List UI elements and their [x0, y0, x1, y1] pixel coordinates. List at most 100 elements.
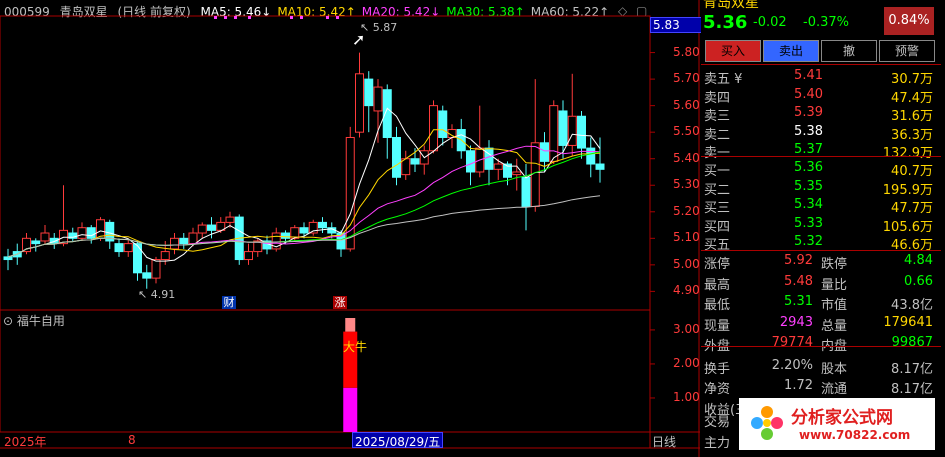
orderbook-price: 5.32 [794, 234, 823, 249]
candle-body [40, 232, 50, 242]
orderbook-price: 5.39 [794, 105, 823, 120]
orderbook-price: 5.41 [794, 68, 823, 83]
candle-body [373, 86, 383, 112]
price-tick: 5.60 [673, 97, 700, 112]
orderbook-row[interactable]: 买一 5.36 40.7万 [701, 158, 941, 179]
stats-row: 外盘 79774 内盘 99867 [701, 333, 941, 354]
candle-body [281, 232, 290, 239]
indicator-label: 大牛 [343, 340, 368, 354]
cancel-button[interactable]: 撤 [821, 40, 877, 62]
orderbook-price: 5.38 [794, 123, 823, 139]
stats-row: 最高 5.48 量比 0.66 [701, 272, 941, 293]
main-force-label[interactable]: 主力 [704, 432, 730, 451]
high-marker: ↖ 5.87 [360, 21, 398, 34]
stat-value: 8.17亿 [891, 382, 933, 397]
stat-label: 现量 [704, 318, 731, 334]
candle-body [355, 73, 364, 133]
orderbook-row[interactable]: 卖四 5.40 47.4万 [701, 85, 941, 106]
stat-value: 179641 [883, 314, 933, 330]
candle-body [595, 163, 605, 170]
candle-body [392, 136, 401, 178]
price-tick: 5.70 [673, 71, 700, 86]
candle-body [225, 216, 235, 223]
price-tick: 5.20 [673, 203, 700, 218]
orderbook-row[interactable]: 买五 5.32 46.6万 [701, 232, 941, 253]
candle-body [364, 78, 374, 107]
top-dot-marker [336, 16, 339, 19]
low-marker: ↖ 4.91 [138, 288, 176, 301]
indicator-header[interactable]: ⊙ 福牛自用 [3, 312, 65, 329]
orderbook-row[interactable]: 卖五 ¥5.41 30.7万 [701, 66, 941, 87]
orderbook-row[interactable]: 卖一 5.37 132.9万 [701, 140, 941, 161]
candle-body [160, 251, 170, 261]
orderbook-price: 5.34 [794, 197, 823, 212]
ratio-badge: 0.84% [884, 7, 934, 35]
settings-icon[interactable]: ⊙ [3, 314, 13, 328]
indicator-name: 福牛自用 [16, 314, 65, 328]
orderbook-row[interactable]: 卖二 5.38 36.3万 [701, 122, 941, 143]
period-label[interactable]: 日线 [652, 433, 676, 450]
stat-value: 79774 [771, 335, 813, 350]
candle-body [558, 110, 568, 146]
stat-value: 8.17亿 [891, 361, 933, 377]
candle-body [512, 171, 522, 176]
stat-value: 99867 [891, 335, 933, 350]
price-tick: 5.40 [673, 150, 700, 165]
stat-label: 内盘 [821, 339, 848, 354]
orderbook-row[interactable]: 卖三 5.39 31.6万 [701, 103, 941, 124]
trade-label[interactable]: 交易 [704, 411, 730, 430]
top-dot-marker [214, 16, 217, 19]
orderbook-row[interactable]: 买四 5.33 105.6万 [701, 214, 941, 235]
candle-body [86, 227, 96, 239]
panel-divider [701, 64, 941, 65]
top-dot-marker [290, 16, 293, 19]
buy-button[interactable]: 买入 [705, 40, 761, 62]
orderbook-row[interactable]: 买二 5.35 195.9万 [701, 177, 941, 198]
orderbook-price: 5.37 [794, 142, 823, 157]
chart-svg [0, 0, 700, 457]
panel-divider [701, 250, 941, 251]
orderbook-row[interactable]: 买三 5.34 47.7万 [701, 195, 941, 216]
kline-chart-area[interactable]: 000599 青岛双星 (日线 前复权) MA5: 5.46↓ MA10: 5.4… [0, 0, 704, 457]
stats-row: 涨停 5.92 跌停 4.84 [701, 251, 941, 272]
candle-body [170, 237, 179, 250]
candle-body [142, 272, 152, 279]
candle-body [318, 221, 327, 229]
stat-label: 外盘 [704, 339, 731, 354]
top-dot-marker [234, 16, 237, 19]
price-tick: 5.80 [673, 44, 700, 59]
candle-body [244, 251, 253, 261]
candle-body [521, 176, 531, 207]
candle-body [151, 259, 161, 279]
top-dot-marker [326, 16, 329, 19]
event-mark-zhang[interactable]: 涨 [333, 296, 347, 309]
stat-value: 5.48 [784, 273, 813, 289]
watermark-url: www.70822.com [799, 428, 911, 442]
quote-panel: 青岛双星 5.36 -0.02 -0.37% 0.84% 买入 卖出 撤 预警 … [701, 0, 945, 457]
candle-body [22, 237, 31, 253]
candle-body [549, 105, 559, 162]
sell-button[interactable]: 卖出 [763, 40, 819, 62]
panel-divider [701, 346, 941, 347]
panel-stock-name: 青岛双星 [703, 0, 759, 11]
stat-value: 43.8亿 [891, 298, 933, 313]
indicator-tick: 2.00 [673, 355, 700, 370]
stat-label: 换手 [704, 361, 731, 377]
stat-value: 5.92 [784, 253, 813, 268]
stat-label: 市值 [821, 298, 848, 313]
indicator-bar-pink [345, 318, 356, 332]
candle-body [567, 115, 577, 146]
stat-label: 最低 [704, 298, 731, 313]
stat-value: 4.84 [904, 253, 933, 268]
orderbook-price: 5.35 [794, 178, 823, 194]
alert-button[interactable]: 预警 [879, 40, 935, 62]
stat-label: 涨停 [704, 257, 731, 272]
candle-body [299, 227, 309, 234]
event-mark-cai[interactable]: 财 [222, 296, 236, 309]
stat-label: 流通 [821, 382, 848, 397]
candle-body [31, 240, 41, 245]
candle-body [123, 243, 133, 253]
stats-row: 净资 1.72 流通 8.17亿 [701, 376, 941, 397]
price-change: -0.02 [753, 15, 787, 30]
watermark: 分析家公式网 www.70822.com [739, 398, 935, 450]
